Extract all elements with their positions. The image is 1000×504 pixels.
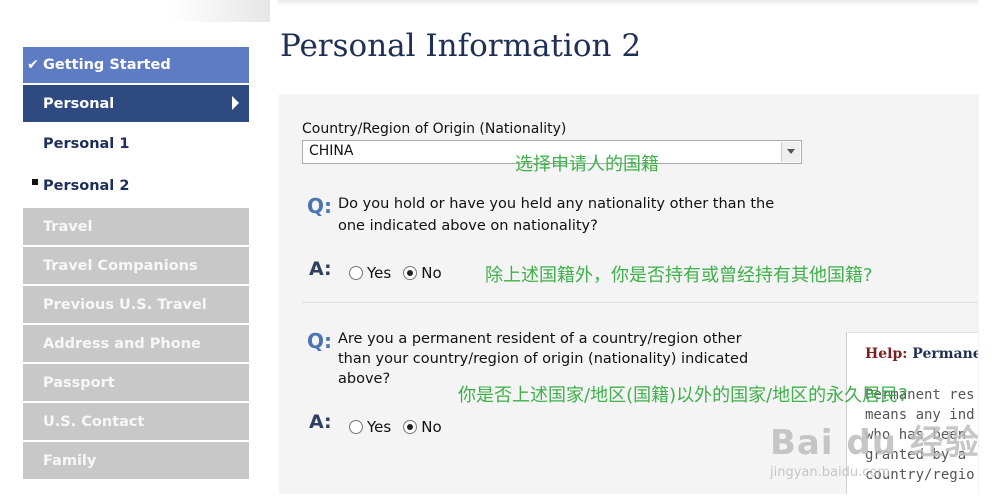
question-1-radio-group: Yes No: [349, 264, 454, 282]
current-page-bullet-icon: [32, 179, 38, 185]
sidebar-nav: ✔ Getting Started Personal Personal 1 Pe…: [23, 47, 249, 481]
question-2-line-2: than your country/region of origin (nati…: [338, 351, 749, 367]
dropdown-button[interactable]: [781, 142, 800, 162]
watermark-brand: Bai du 经验: [770, 423, 980, 463]
sidebar-item-personal-1[interactable]: Personal 1: [23, 124, 249, 164]
sidebar-item-personal[interactable]: Personal: [23, 85, 249, 122]
sidebar-item-label: Personal: [43, 95, 115, 112]
radio-label: No: [421, 264, 442, 282]
section-divider: [302, 302, 978, 303]
top-rule: [278, 0, 978, 6]
sidebar-item-us-contact[interactable]: U.S. Contact: [23, 403, 249, 440]
question-2-line-1: Are you a permanent resident of a countr…: [338, 331, 742, 347]
page-title: Personal Information 2: [280, 28, 642, 64]
radio-label: Yes: [367, 418, 392, 436]
nationality-label: Country/Region of Origin (Nationality): [302, 121, 567, 137]
sidebar-item-label: Personal 1: [43, 136, 130, 152]
question-2-no-radio[interactable]: [403, 420, 418, 434]
question-marker: Q:: [307, 194, 332, 218]
question-1-no-radio[interactable]: [403, 266, 418, 280]
sidebar-item-label: Passport: [43, 374, 115, 391]
help-title: Help: Permane: [865, 346, 978, 362]
sidebar-item-label: Family: [43, 452, 97, 469]
question-1-text: Do you hold or have you held any nationa…: [338, 193, 774, 237]
radio-label: Yes: [367, 264, 392, 282]
help-title-prefix: Help:: [865, 346, 908, 362]
sidebar-item-travel[interactable]: Travel: [23, 208, 249, 245]
sidebar-item-label: Travel: [43, 218, 93, 235]
sidebar-item-travel-companions[interactable]: Travel Companions: [23, 247, 249, 284]
sidebar-item-label: Previous U.S. Travel: [43, 296, 207, 313]
chevron-down-icon: [787, 149, 795, 154]
answer-marker: A:: [309, 258, 332, 280]
sidebar-item-address-and-phone[interactable]: Address and Phone: [23, 325, 249, 362]
watermark-url: jingyan.baidu.com: [770, 465, 890, 480]
sidebar-item-label: U.S. Contact: [43, 413, 145, 430]
top-decoration: [170, 0, 270, 22]
sidebar-item-getting-started[interactable]: ✔ Getting Started: [23, 47, 249, 83]
nationality-select-value: CHINA: [309, 143, 354, 159]
question-2-yes-radio[interactable]: [349, 420, 363, 434]
annotation-question-2: 你是否上述国家/地区(国籍)以外的国家/地区的永久居民?: [458, 385, 908, 406]
sidebar-item-family[interactable]: Family: [23, 442, 249, 479]
sidebar-item-label: Personal 2: [43, 178, 130, 194]
sidebar-item-label: Getting Started: [43, 57, 171, 73]
annotation-question-1: 除上述国籍外，你是否持有或曾经持有其他国籍?: [485, 265, 873, 286]
help-title-text: Permane: [912, 346, 978, 362]
sidebar-item-label: Travel Companions: [43, 257, 198, 274]
radio-label: No: [421, 418, 442, 436]
question-2-text: Are you a permanent resident of a countr…: [338, 329, 748, 389]
question-1-line-1: Do you hold or have you held any nationa…: [338, 196, 775, 212]
question-1-yes-radio[interactable]: [349, 266, 363, 280]
arrow-right-icon: [232, 96, 239, 110]
sidebar-item-label: Address and Phone: [43, 335, 201, 352]
question-2-radio-group: Yes No: [349, 418, 454, 436]
sidebar-item-passport[interactable]: Passport: [23, 364, 249, 401]
answer-marker: A:: [309, 411, 332, 433]
sidebar-item-personal-2[interactable]: Personal 2: [23, 166, 249, 206]
annotation-nationality: 选择申请人的国籍: [515, 154, 659, 175]
sidebar-item-previous-us-travel[interactable]: Previous U.S. Travel: [23, 286, 249, 323]
checkmark-icon: ✔: [27, 57, 39, 73]
baidu-watermark: Bai du 经验 jingyan.baidu.com: [770, 415, 980, 480]
question-1-line-2: one indicated above on nationality?: [338, 218, 598, 234]
question-marker: Q:: [307, 329, 332, 353]
